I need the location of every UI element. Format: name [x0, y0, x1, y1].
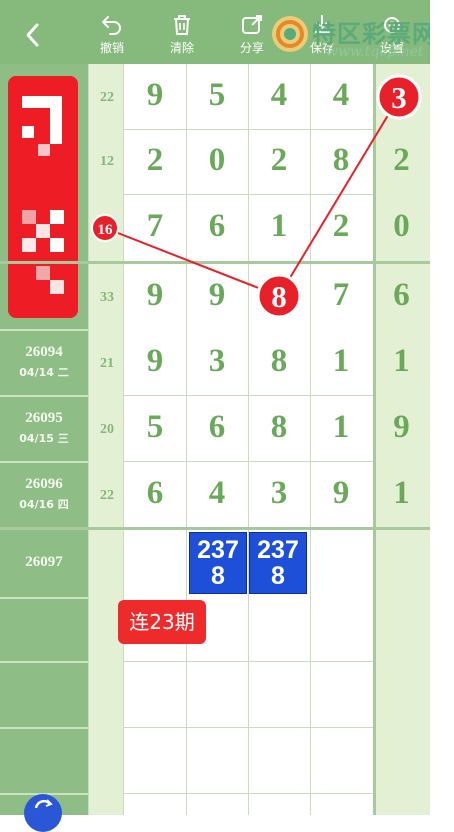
highlight-sum[interactable]: 16: [91, 214, 119, 242]
highlight-overlay: 16 8 3: [91, 74, 422, 319]
highlight-digit[interactable]: 8: [256, 273, 302, 319]
highlight-sum-text: 16: [98, 222, 114, 238]
refresh-button[interactable]: [24, 794, 62, 832]
link-line: [278, 96, 400, 297]
highlight-last[interactable]: 3: [376, 74, 422, 120]
refresh-icon: [34, 799, 53, 809]
link-line: [104, 227, 280, 297]
highlight-last-text: 3: [391, 80, 407, 115]
highlight-digit-text: 8: [271, 279, 287, 314]
